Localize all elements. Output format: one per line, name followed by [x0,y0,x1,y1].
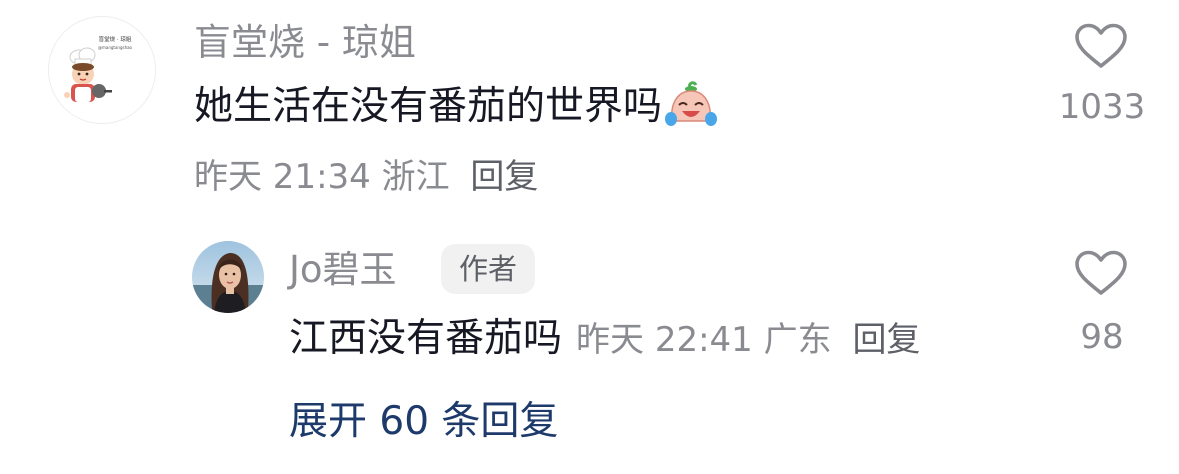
reply-text: 江西没有番茄吗 [289,316,563,361]
reply-location: 广东 [763,320,832,360]
comment-time: 昨天 21:34 [194,157,371,197]
crying-laughing-tomato-emoji [664,81,718,133]
comment-body: 她生活在没有番茄的世界吗 [194,78,718,136]
avatar-logo-subtext: @mangtangshao [98,45,133,50]
replier-avatar[interactable] [192,241,264,313]
like-count: 1033 [1058,87,1146,127]
reply-time: 昨天 22:41 [576,320,753,360]
replier-username[interactable]: Jo碧玉 [289,245,397,295]
commenter-avatar[interactable]: 盲堂烧 · 琼姐 @mangtangshao [48,16,156,124]
expand-replies-button[interactable]: 展开 60 条回复 [289,396,558,448]
comment-text: 她生活在没有番茄的世界吗 [194,84,663,129]
comment-meta: 昨天 21:34 浙江 回复 [194,154,538,200]
commenter-username[interactable]: 盲堂烧 - 琼姐 [194,18,416,68]
avatar-logo-text: 盲堂烧 · 琼姐 [99,35,132,43]
heart-outline-icon[interactable] [1073,22,1129,70]
reply-meta: 昨天 22:41 广东 回复 [576,317,920,363]
reply-button[interactable]: 回复 [470,157,538,197]
heart-outline-icon[interactable] [1073,249,1129,297]
reply-body: 江西没有番茄吗 昨天 22:41 广东 回复 [289,313,920,365]
reply-like-count: 98 [1080,317,1124,357]
author-badge: 作者 [441,244,536,294]
reply-to-reply-button[interactable]: 回复 [852,320,920,360]
comment-location: 浙江 [381,157,450,197]
